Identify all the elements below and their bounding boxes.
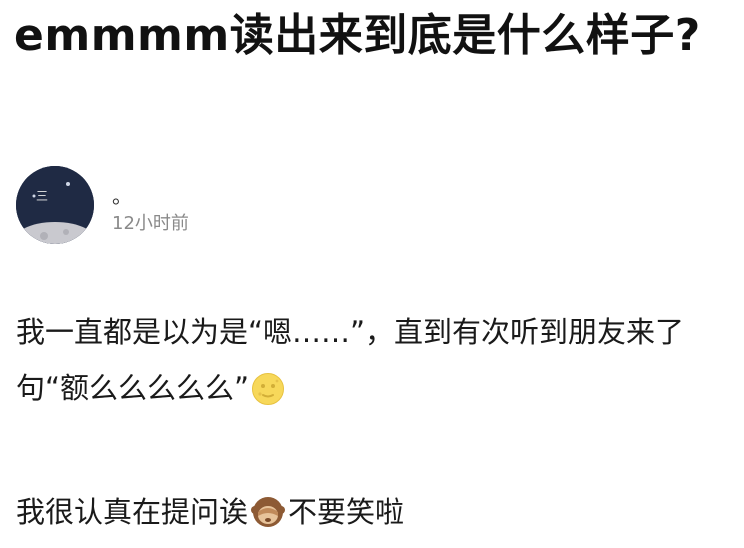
- post-content: 我一直都是以为是“嗯……”，直到有次听到朋友来了句“额么么么么么” 我很认真在提…: [16, 304, 728, 548]
- see-no-evil-monkey-icon: [250, 492, 286, 548]
- content-paragraph: 我一直都是以为是“嗯……”，直到有次听到朋友来了句“额么么么么么”: [16, 304, 728, 424]
- author-row[interactable]: 三 。 12小时前: [16, 166, 716, 250]
- content-text: 我很认真在提问诶: [16, 495, 249, 529]
- content-paragraph: 我很认真在提问诶 不要笑啦: [16, 484, 728, 548]
- post-time: 12小时前: [112, 213, 189, 234]
- author-avatar[interactable]: 三: [16, 166, 94, 244]
- content-text: 我一直都是以为是“嗯……”，直到有次听到朋友来了句“额么么么么么”: [16, 315, 685, 405]
- avatar-image: 三: [16, 166, 94, 244]
- post-page: emmmm读出来到底是什么样子? 三 。 12小时前 我一直都是以为是“嗯……”…: [0, 0, 744, 544]
- svg-text:三: 三: [36, 189, 48, 203]
- moon-face-icon: [251, 368, 285, 424]
- author-name[interactable]: 。: [112, 184, 132, 208]
- post-title: emmmm读出来到底是什么样子?: [14, 10, 701, 61]
- content-text: 不要笑啦: [288, 495, 405, 529]
